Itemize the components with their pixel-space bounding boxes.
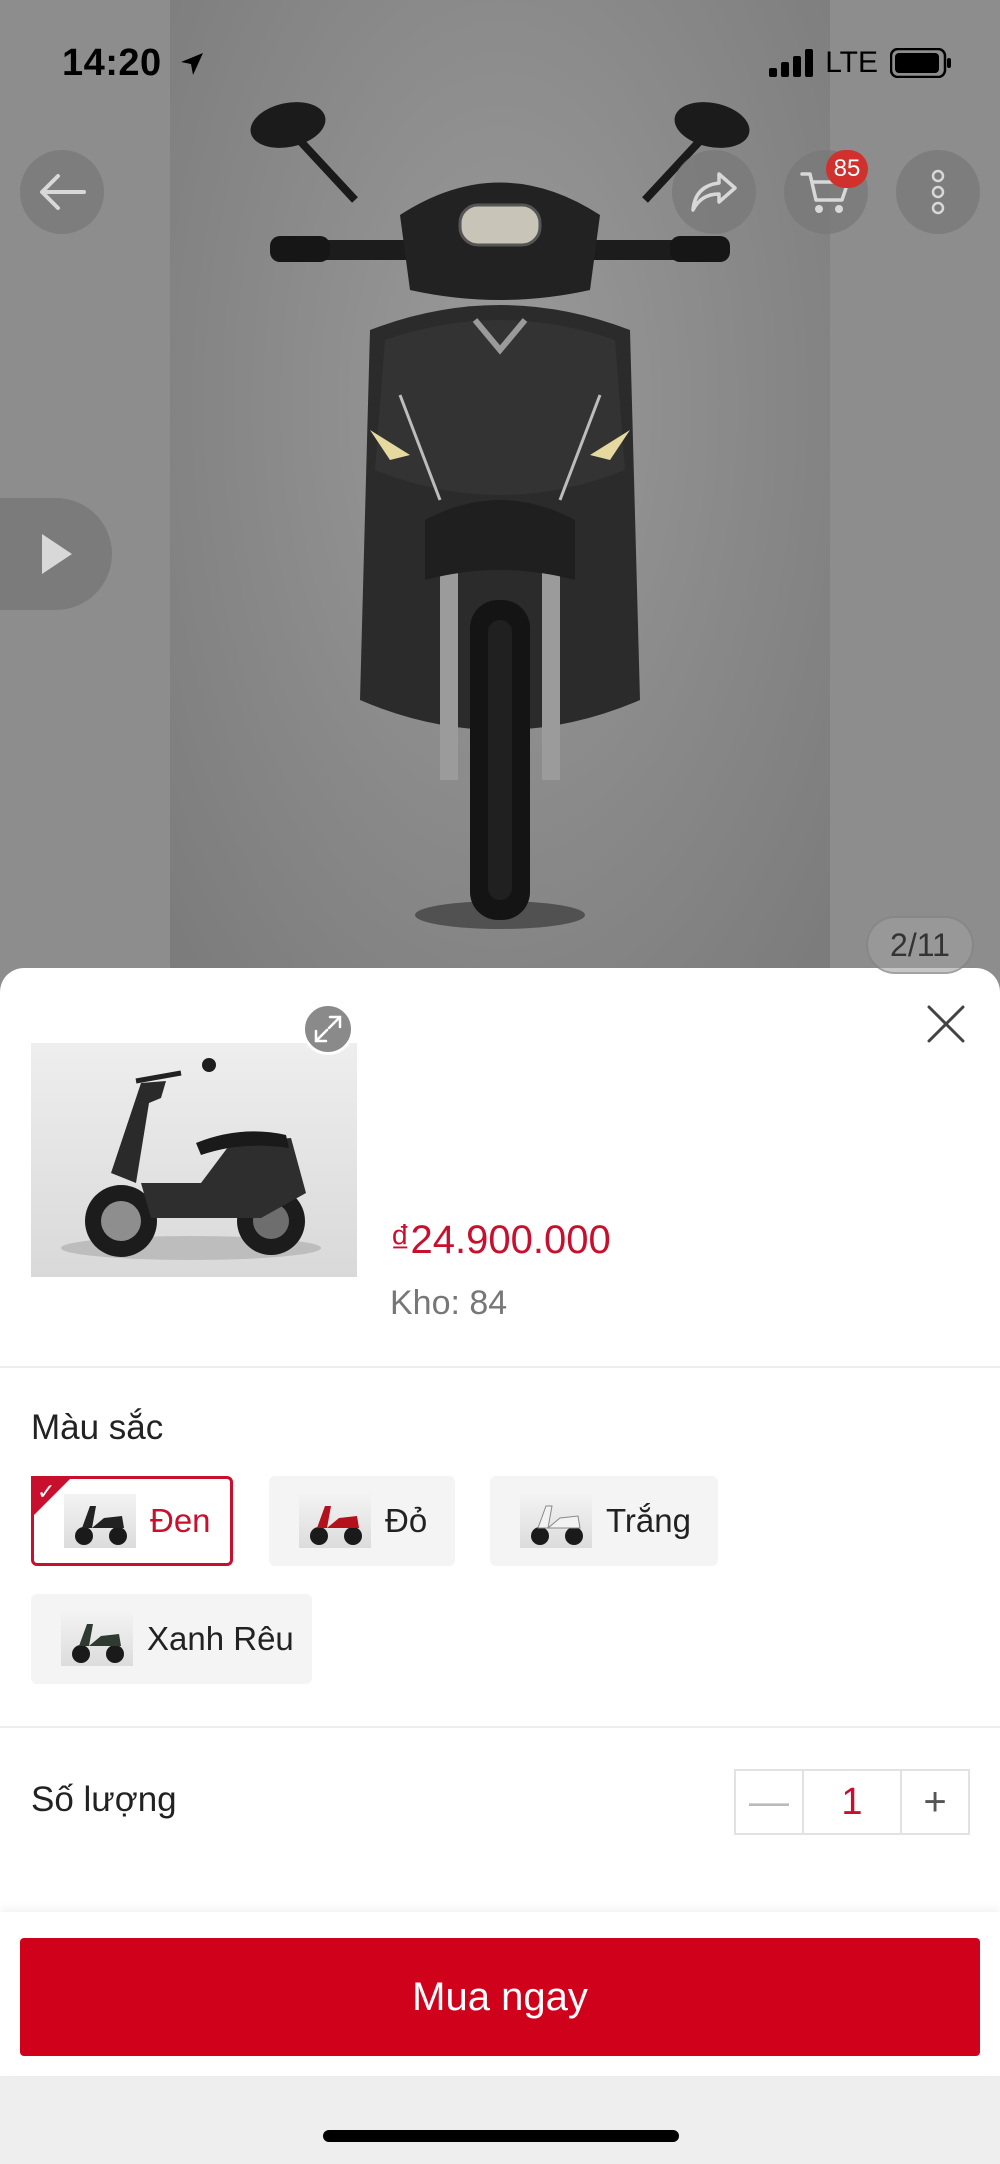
back-button[interactable] (20, 150, 104, 234)
share-button[interactable] (672, 150, 756, 234)
product-gallery[interactable]: 14:20 LTE 85 2/11 (0, 0, 1000, 1010)
buy-now-button[interactable]: Mua ngay (20, 1938, 980, 2056)
color-option-label: Trắng (606, 1502, 691, 1539)
color-option-den[interactable]: ✓ Đen (31, 1476, 233, 1566)
signal-icon (769, 49, 814, 77)
battery-icon (890, 48, 951, 78)
color-option-label: Đen (150, 1502, 211, 1539)
play-icon (42, 534, 72, 574)
divider (0, 1366, 1000, 1368)
quantity-increase-button[interactable]: + (902, 1771, 968, 1833)
expand-image-button[interactable] (302, 1003, 354, 1055)
more-vertical-icon (931, 169, 945, 215)
quantity-value[interactable]: 1 (802, 1771, 902, 1833)
back-arrow-icon (40, 174, 86, 210)
color-option-thumbnail (299, 1494, 371, 1548)
status-indicators: LTE (769, 46, 952, 80)
location-arrow-icon (180, 53, 203, 75)
color-option-thumbnail (520, 1494, 592, 1548)
network-label: LTE (825, 46, 878, 79)
quantity-decrease-button[interactable]: — (736, 1771, 802, 1833)
close-sheet-button[interactable] (920, 998, 972, 1050)
bottom-action-area: Mua ngay (0, 1912, 1000, 2164)
scooter-side-image (61, 1058, 321, 1260)
expand-icon (314, 1015, 342, 1043)
status-bar: 14:20 LTE (0, 0, 1000, 120)
quantity-stepper: — 1 + (734, 1769, 970, 1835)
share-icon (691, 172, 737, 212)
color-option-do[interactable]: Đỏ (269, 1476, 455, 1566)
color-option-thumbnail (61, 1612, 133, 1666)
color-section-label: Màu sắc (31, 1408, 164, 1447)
color-option-label: Xanh Rêu (147, 1620, 294, 1657)
status-time: 14:20 (62, 42, 205, 85)
color-option-trang[interactable]: Trắng (490, 1476, 718, 1566)
stock-count: Kho: 84 (390, 1284, 508, 1322)
cart-count-badge: 85 (826, 150, 868, 188)
scooter-front-image (250, 102, 750, 929)
color-option-thumbnail (64, 1494, 136, 1548)
checkmark-icon: ✓ (37, 1479, 56, 1504)
play-video-button[interactable] (0, 498, 112, 610)
color-option-xanh-reu[interactable]: Xanh Rêu (31, 1594, 312, 1684)
home-indicator[interactable] (323, 2130, 679, 2142)
close-icon (927, 1005, 965, 1043)
image-page-counter: 2/11 (866, 916, 974, 974)
status-time-text: 14:20 (62, 42, 162, 84)
more-options-button[interactable] (896, 150, 980, 234)
buy-bar: Mua ngay (0, 1912, 1000, 2076)
selected-variant-thumbnail[interactable] (31, 1043, 357, 1277)
product-price: ₫24.900.000 (390, 1218, 611, 1262)
divider (0, 1726, 1000, 1728)
quantity-section-label: Số lượng (31, 1780, 177, 1819)
color-option-label: Đỏ (385, 1502, 428, 1539)
